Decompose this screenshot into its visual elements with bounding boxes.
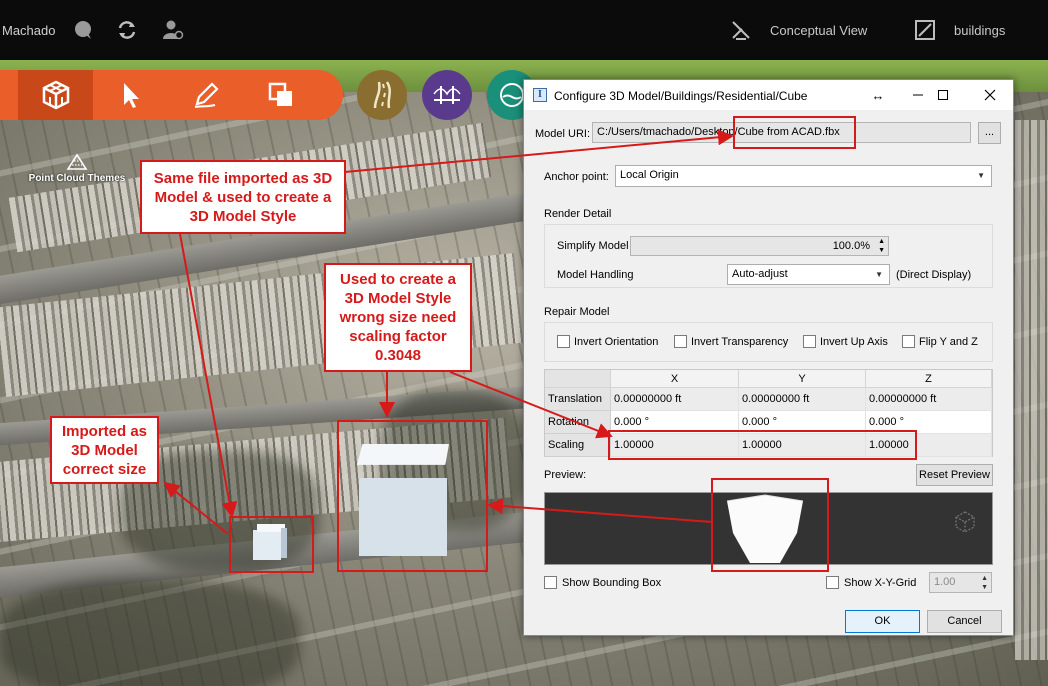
translation-y-cell[interactable]: 0.00000000 ft bbox=[739, 388, 866, 411]
pencil-icon bbox=[194, 82, 219, 108]
user-settings-icon[interactable] bbox=[162, 19, 184, 41]
anchor-point-value: Local Origin bbox=[620, 169, 679, 181]
conceptual-view-icon[interactable] bbox=[730, 19, 752, 41]
flip-y-z-label[interactable]: Flip Y and Z bbox=[919, 336, 978, 348]
invert-up-axis-checkbox[interactable] bbox=[803, 335, 816, 348]
close-button[interactable] bbox=[967, 80, 1013, 110]
invert-up-axis-label[interactable]: Invert Up Axis bbox=[820, 336, 888, 348]
maximize-icon bbox=[938, 90, 948, 100]
bridge-tool-button[interactable] bbox=[422, 70, 472, 120]
invert-orientation-label[interactable]: Invert Orientation bbox=[574, 336, 658, 348]
row-header-translation: Translation bbox=[545, 388, 611, 411]
cursor-icon bbox=[123, 83, 139, 108]
show-bounding-box-checkbox[interactable] bbox=[544, 576, 557, 589]
ok-button[interactable]: OK bbox=[845, 610, 920, 633]
tool-select[interactable] bbox=[93, 70, 168, 120]
show-bounding-box-label[interactable]: Show Bounding Box bbox=[562, 577, 661, 589]
sync-icon[interactable] bbox=[116, 19, 138, 41]
column-header-z: Z bbox=[866, 370, 992, 388]
show-grid-label[interactable]: Show X-Y-Grid bbox=[844, 577, 916, 589]
tool-sketch[interactable] bbox=[168, 70, 243, 120]
point-cloud-icon bbox=[66, 153, 88, 170]
model-handling-label: Model Handling bbox=[557, 269, 634, 281]
chat-icon[interactable] bbox=[72, 19, 94, 41]
chevron-down-icon: ▼ bbox=[875, 270, 883, 279]
repair-model-label: Repair Model bbox=[544, 306, 610, 318]
grid-spacing-spinbox[interactable]: 1.00 ▲ ▼ bbox=[929, 572, 992, 593]
cancel-button[interactable]: Cancel bbox=[927, 610, 1002, 633]
flip-y-z-checkbox[interactable] bbox=[902, 335, 915, 348]
anchor-point-select[interactable]: Local Origin ▼ bbox=[615, 165, 992, 187]
preview-highlight-box bbox=[711, 478, 829, 572]
bridge-icon bbox=[433, 86, 461, 104]
small-cube-highlight-box bbox=[229, 516, 314, 573]
row-header-scaling: Scaling bbox=[545, 434, 611, 457]
direct-display-note: (Direct Display) bbox=[896, 269, 972, 281]
cube-icon bbox=[42, 80, 69, 110]
callout-model-correct: Imported as 3D Model correct size bbox=[50, 416, 159, 484]
invert-transparency-checkbox[interactable] bbox=[674, 335, 687, 348]
scaling-highlight-box bbox=[608, 430, 917, 460]
simplify-model-value: 100.0% bbox=[832, 240, 870, 252]
tool-menu[interactable] bbox=[0, 70, 10, 120]
tool-model-cube[interactable] bbox=[18, 70, 93, 120]
dialog-title-bar[interactable]: I Configure 3D Model/Buildings/Residenti… bbox=[524, 80, 1013, 110]
tree-cluster bbox=[0, 580, 300, 686]
large-cube-highlight-box bbox=[337, 420, 488, 572]
preview-label: Preview: bbox=[544, 469, 587, 481]
model-handling-select[interactable]: Auto-adjust ▼ bbox=[727, 264, 890, 285]
city-block bbox=[1015, 120, 1048, 660]
column-header-y: Y bbox=[739, 370, 866, 388]
simplify-model-spinbox[interactable]: 100.0% ▲ ▼ bbox=[630, 236, 889, 256]
view-mode-label[interactable]: Conceptual View bbox=[770, 23, 867, 38]
invert-transparency-label[interactable]: Invert Transparency bbox=[691, 336, 788, 348]
anchor-point-label: Anchor point: bbox=[544, 171, 609, 183]
translation-z-cell[interactable]: 0.00000000 ft bbox=[866, 388, 992, 411]
spin-arrows-icon[interactable]: ▲ ▼ bbox=[981, 574, 988, 592]
road-icon bbox=[373, 81, 391, 109]
top-bar: Machado Conceptual View buildings bbox=[0, 0, 1048, 60]
uri-highlight-box bbox=[733, 116, 856, 149]
layer-icon[interactable] bbox=[914, 19, 936, 41]
grid-spacing-value: 1.00 bbox=[934, 576, 956, 588]
column-header-x: X bbox=[611, 370, 739, 388]
point-cloud-themes[interactable]: Point Cloud Themes bbox=[27, 153, 127, 184]
show-grid-checkbox[interactable] bbox=[826, 576, 839, 589]
user-name: Machado bbox=[2, 23, 56, 38]
main-toolbar bbox=[0, 70, 343, 120]
view-cube-icon bbox=[955, 511, 975, 533]
point-cloud-label: Point Cloud Themes bbox=[28, 173, 126, 184]
model-handling-value: Auto-adjust bbox=[732, 268, 788, 280]
reset-preview-button[interactable]: Reset Preview bbox=[916, 464, 993, 486]
callout-style-scaling: Used to create a 3D Model Style wrong si… bbox=[324, 263, 472, 372]
render-detail-label: Render Detail bbox=[544, 208, 612, 220]
chevron-down-icon: ▼ bbox=[977, 171, 985, 180]
info-icon: I bbox=[533, 88, 547, 102]
layer-label[interactable]: buildings bbox=[954, 23, 1005, 38]
simplify-model-label: Simplify Model bbox=[557, 240, 629, 252]
grid-corner bbox=[545, 370, 611, 388]
dialog-title: Configure 3D Model/Buildings/Residential… bbox=[554, 89, 808, 103]
overlap-icon bbox=[268, 82, 292, 106]
maximize-button[interactable] bbox=[920, 80, 966, 110]
model-uri-label: Model URI: bbox=[535, 128, 591, 140]
translation-x-cell[interactable]: 0.00000000 ft bbox=[611, 388, 739, 411]
spin-arrows-icon[interactable]: ▲ ▼ bbox=[878, 237, 885, 255]
invert-orientation-checkbox[interactable] bbox=[557, 335, 570, 348]
browse-button[interactable]: ... bbox=[978, 122, 1001, 144]
callout-same-file: Same file imported as 3D Model & used to… bbox=[140, 160, 346, 234]
row-header-rotation: Rotation bbox=[545, 411, 611, 434]
road-tool-button[interactable] bbox=[357, 70, 407, 120]
tool-layers[interactable] bbox=[243, 70, 318, 120]
close-icon bbox=[984, 89, 996, 101]
